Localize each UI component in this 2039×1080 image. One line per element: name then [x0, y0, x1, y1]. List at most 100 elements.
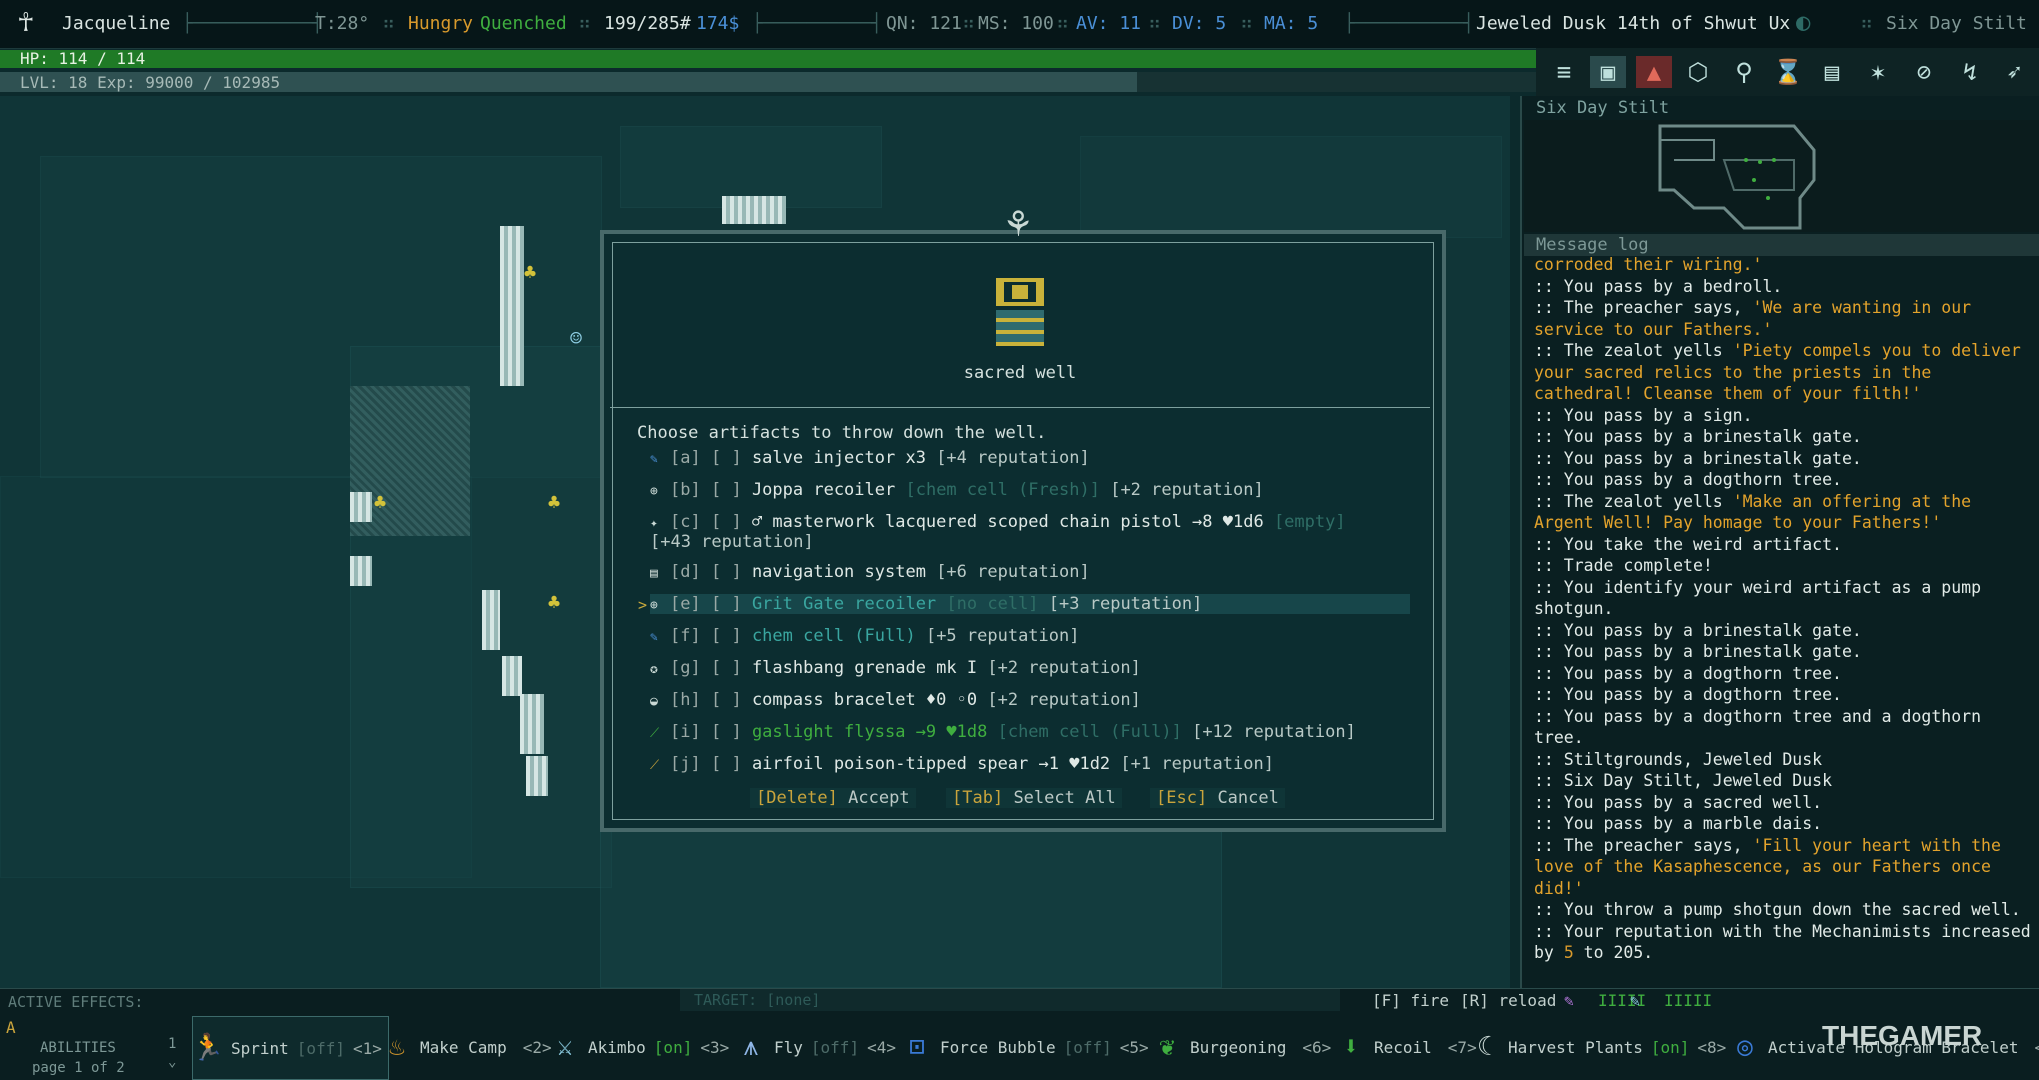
ability-hotkey: <1> — [352, 1038, 382, 1058]
reputation-value: [+5 reputation] — [925, 626, 1080, 646]
travel-icon[interactable]: ➶ — [1996, 56, 2032, 88]
artifact-option[interactable]: ⟋ [i] [ ] gaslight flyssa →9 ♥1d8 [chem c… — [650, 722, 1410, 742]
artifact-checkbox[interactable]: [ ] — [711, 626, 742, 646]
reputation-value: [+6 reputation] — [936, 562, 1090, 582]
artifact-option[interactable]: ✎ [f] [ ] chem cell (Full) [+5 reputation… — [650, 626, 1410, 646]
hourglass-icon[interactable]: ⌛ — [1770, 56, 1806, 88]
stone-wall — [526, 756, 548, 796]
lamp-sprite[interactable]: ♣ — [548, 490, 560, 514]
artifact-checkbox[interactable]: [ ] — [711, 690, 742, 710]
artifact-checkbox[interactable]: [ ] — [711, 658, 742, 678]
reload-button[interactable]: [R] reload — [1460, 991, 1556, 1010]
separator: ├───────────┤ — [182, 13, 323, 34]
artifact-checkbox[interactable]: [ ] — [711, 512, 742, 532]
minimap[interactable] — [1524, 120, 2039, 232]
select-all-button[interactable]: [Tab] Select All — [946, 788, 1122, 808]
artifact-checkbox[interactable]: [ ] — [711, 448, 742, 468]
lamp-sprite[interactable]: ♣ — [374, 490, 386, 514]
plant-icon: ❦ — [1159, 1032, 1175, 1062]
toolbar: ≡ ▣ ▲ ⬡ ⚲ ⌛ ▤ ✶ ⊘ ↯ ➶ — [1536, 48, 2039, 96]
ability-force-bubble[interactable]: ⊡ Force Bubble [off] <5> — [902, 1016, 1149, 1078]
artifact-option[interactable]: ⊕ [b] [ ] Joppa recoiler [chem cell (Fres… — [650, 480, 1410, 500]
attack-mode-icon[interactable]: ▲ — [1636, 56, 1672, 88]
character-sheet-icon[interactable]: ▤ — [1814, 56, 1850, 88]
reputation-value: [+12 reputation] — [1192, 722, 1356, 742]
wings-icon: ⩚ — [743, 1031, 759, 1062]
active-effects-label: ACTIVE EFFECTS: — [8, 993, 144, 1011]
lamp-sprite[interactable]: ♣ — [548, 590, 560, 614]
artifact-option[interactable]: ◒ [h] [ ] compass bracelet ♦0 ◦0 [+2 repu… — [650, 690, 1410, 710]
player-sprite[interactable]: ☺ — [570, 326, 582, 350]
stone-wall — [520, 694, 544, 754]
ability-page-up-icon[interactable]: 1 — [168, 1036, 176, 1052]
weapon-icon: ✎ — [1630, 991, 1640, 1010]
player-avatar-icon[interactable]: ☥ — [18, 8, 34, 38]
ability-name: Burgeoning — [1190, 1037, 1287, 1057]
artifact-option[interactable]: ⟋ [j] [ ] airfoil poison-tipped spear →1 … — [650, 754, 1410, 774]
ability-akimbo[interactable]: ⚔ Akimbo [on] <3> — [550, 1016, 729, 1078]
ability-name: Fly — [774, 1037, 803, 1057]
artifact-icon: ⟋ — [650, 726, 660, 741]
artifact-name: chem cell (Full) — [751, 626, 916, 646]
watermark-logo: THEGAMER — [1822, 1020, 1983, 1051]
ability-sickle[interactable]: ☾ Harvest Plants [on] <8> — [1470, 1016, 1726, 1078]
log-line: :: You pass by a dogthorn tree. — [1534, 685, 1842, 704]
artifact-name: compass bracelet ♦0 ◦0 — [751, 690, 978, 710]
ability-page-down-icon[interactable]: ⌄ — [168, 1054, 176, 1070]
autoexplore-icon[interactable]: ↯ — [1952, 56, 1988, 88]
artifact-checkbox[interactable]: [ ] — [711, 722, 742, 742]
log-line: :: Your reputation with the Mechanimists… — [1534, 921, 2031, 963]
artifact-option[interactable]: ⊕ [e] [ ] Grit Gate recoiler [no cell] [+… — [650, 594, 1410, 614]
artifact-icon: ✪ — [650, 662, 658, 677]
separator: ⠶ — [578, 13, 592, 34]
menu-icon[interactable]: ≡ — [1546, 56, 1582, 88]
magnifier-icon[interactable]: ⚲ — [1726, 56, 1762, 88]
quickness-stat: QN: 121 — [886, 13, 962, 34]
accept-button[interactable]: [Delete] Accept — [750, 788, 916, 808]
separator: ⠶ — [1860, 13, 1874, 34]
xp-label: LVL: 18 Exp: 99000 / 102985 — [20, 73, 281, 92]
artifact-icon: ⟋ — [650, 758, 660, 773]
ability-wings[interactable]: ⩚ Fly [off] <4> — [736, 1016, 896, 1078]
ability-hotkey: <9> — [2034, 1038, 2039, 1057]
ability-state: [on] — [653, 1037, 693, 1057]
compass-icon[interactable]: ⊘ — [1906, 56, 1942, 88]
status-bar: ☥ Jacqueline ├───────────┤ T:28° ⠶ Hungr… — [0, 0, 2039, 49]
tree-ornament-icon: ⚘ — [1005, 200, 1031, 246]
ability-recoil[interactable]: ⬇ Recoil <7> — [1336, 1016, 1477, 1078]
reputation-value: [+2 reputation] — [987, 690, 1141, 710]
abilities-star-icon[interactable]: ✶ — [1860, 56, 1896, 88]
artifact-checkbox[interactable]: [ ] — [711, 480, 742, 500]
artifact-checkbox[interactable]: [ ] — [711, 594, 742, 614]
cancel-button[interactable]: [Esc] Cancel — [1150, 788, 1285, 808]
artifact-checkbox[interactable]: [ ] — [711, 562, 742, 582]
target-field[interactable]: TARGET: [none] — [680, 989, 1340, 1011]
artifact-checkbox[interactable]: [ ] — [711, 754, 742, 774]
artifact-extra: [chem cell (Full)] — [997, 722, 1182, 742]
ability-sprint[interactable]: 🏃 Sprint [off] <1> — [192, 1016, 389, 1080]
ability-state: [off] — [1063, 1037, 1112, 1057]
ability-name: Force Bubble — [940, 1037, 1056, 1057]
separator: ⠶ — [1056, 13, 1070, 34]
inventory-lock-icon[interactable]: ▣ — [1590, 56, 1626, 88]
separator: ├──────────┤ — [1344, 13, 1475, 34]
ability-state: [off] — [810, 1037, 860, 1057]
log-line: corroded their wiring.' — [1534, 255, 1763, 274]
message-log[interactable]: corroded their wiring.':: You pass by a … — [1534, 254, 2034, 982]
artifact-option[interactable]: ✪ [g] [ ] flashbang grenade mk I [+2 repu… — [650, 658, 1410, 678]
thirst-status: Quenched — [480, 13, 567, 34]
artifact-icon: ▤ — [650, 566, 658, 581]
artifact-option[interactable]: ✎ [a] [ ] salve injector x3 [+4 reputatio… — [650, 448, 1410, 468]
ability-campfire[interactable]: ♨ Make Camp <2> — [382, 1016, 551, 1078]
artifact-extra: [no cell] — [946, 594, 1039, 614]
ability-plant[interactable]: ❦ Burgeoning <6> — [1152, 1016, 1331, 1078]
game-date: Jeweled Dusk 14th of Shwut Ux — [1476, 13, 1791, 34]
target-label: TARGET: [none] — [694, 991, 821, 1009]
zealot-sprite[interactable]: ♣ — [524, 260, 536, 284]
artifact-option[interactable]: ▤ [d] [ ] navigation system [+6 reputatio… — [650, 562, 1410, 582]
artifact-option[interactable]: ✦ [c] [ ] ♂ masterwork lacquered scoped c… — [650, 512, 1370, 552]
cube-icon[interactable]: ⬡ — [1680, 56, 1716, 88]
fire-button[interactable]: [F] fire — [1372, 991, 1449, 1010]
log-line: :: Six Day Stilt, Jeweled Dusk — [1534, 771, 1833, 790]
artifact-name: airfoil poison-tipped spear →1 ♥1d2 — [751, 754, 1111, 774]
